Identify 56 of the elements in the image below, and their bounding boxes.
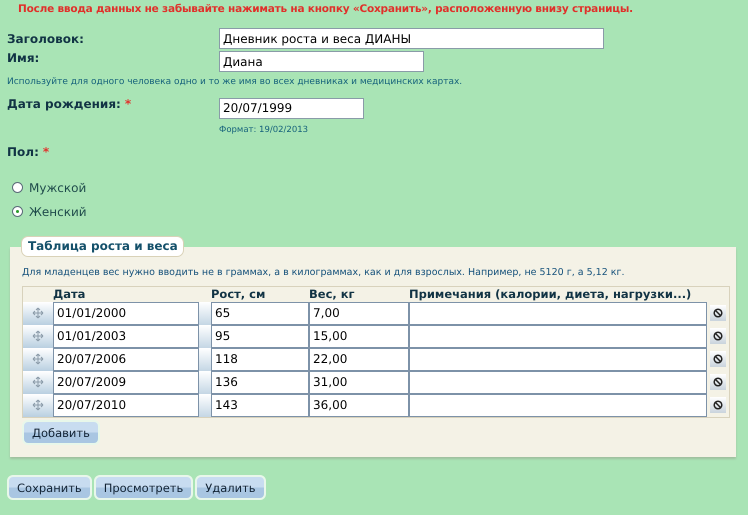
input-field[interactable]: Дневник роста и веса ДИАНЫ xyxy=(219,28,604,49)
action-button[interactable]: Удалить xyxy=(195,474,266,500)
notes-field[interactable] xyxy=(409,324,707,348)
section-title: Таблица роста и веса xyxy=(21,236,184,256)
radio-label[interactable]: Женский xyxy=(29,204,87,218)
delete-icon[interactable] xyxy=(710,305,726,321)
column-header: Примечания (калории, диета, нагрузки...) xyxy=(409,286,692,302)
weight-field[interactable]: 31,00 xyxy=(309,370,409,394)
input-field[interactable]: Диана xyxy=(219,51,424,72)
radio-label[interactable]: Мужской xyxy=(29,180,86,194)
notes-field[interactable] xyxy=(409,302,707,324)
date-field[interactable]: 01/01/2000 xyxy=(53,302,199,324)
note-text: Для младенцев вес нужно вводить не в граммах, а в килограммах, как и для взрослых. Например, не 5120 г, а 5,12 кг. xyxy=(22,266,626,278)
warning-message: После ввода данных не забывайте нажимать на кнопку «Сохранить», расположенную внизу страницы. xyxy=(17,2,634,17)
field-label: Дата рождения: xyxy=(7,97,121,111)
delete-icon[interactable] xyxy=(710,328,726,344)
date-field[interactable]: 20/07/1999 xyxy=(219,98,364,118)
weight-field[interactable]: 22,00 xyxy=(309,348,409,370)
weight-field[interactable]: 7,00 xyxy=(309,302,409,324)
date-field[interactable]: 20/07/2010 xyxy=(53,394,199,416)
column-header: Вес, кг xyxy=(309,286,356,302)
move-icon[interactable] xyxy=(32,307,44,319)
delete-icon[interactable] xyxy=(710,397,726,413)
date-field[interactable]: 20/07/2006 xyxy=(53,348,199,370)
radio-button[interactable] xyxy=(12,182,23,193)
height-field[interactable]: 118 xyxy=(211,348,309,370)
notes-field[interactable] xyxy=(409,348,707,370)
field-label: Пол: xyxy=(7,144,39,158)
radio-button[interactable] xyxy=(12,206,23,217)
field-label: Заголовок: xyxy=(7,32,84,46)
delete-icon[interactable] xyxy=(710,351,726,367)
action-button[interactable]: Сохранить xyxy=(7,474,92,500)
action-button[interactable]: Просмотреть xyxy=(94,474,194,500)
weight-field[interactable]: 36,00 xyxy=(309,394,409,416)
hint-text: Используйте для одного человека одно и то же имя во всех дневниках и медицинских картах. xyxy=(6,76,464,89)
required-mark: * xyxy=(124,97,132,111)
height-field[interactable]: 143 xyxy=(211,394,309,416)
notes-field[interactable] xyxy=(409,370,707,394)
delete-icon[interactable] xyxy=(710,374,726,390)
move-icon[interactable] xyxy=(32,399,44,411)
date-field[interactable]: 20/07/2009 xyxy=(53,370,199,394)
column-header: Дата xyxy=(53,286,86,302)
height-field[interactable]: 136 xyxy=(211,370,309,394)
move-icon[interactable] xyxy=(32,353,44,365)
height-field[interactable]: 95 xyxy=(211,324,309,348)
move-icon[interactable] xyxy=(32,376,44,388)
date-field[interactable]: 01/01/2003 xyxy=(53,324,199,348)
column-header: Рост, см xyxy=(210,286,266,302)
notes-field[interactable] xyxy=(409,394,707,416)
field-label: Имя: xyxy=(7,51,40,65)
add-button[interactable]: Добавить xyxy=(22,420,100,444)
required-mark: * xyxy=(42,144,50,158)
move-icon[interactable] xyxy=(32,330,44,342)
height-field[interactable]: 65 xyxy=(211,302,309,324)
weight-field[interactable]: 15,00 xyxy=(309,324,409,348)
format-hint: Формат: 19/02/2013 xyxy=(219,124,310,134)
